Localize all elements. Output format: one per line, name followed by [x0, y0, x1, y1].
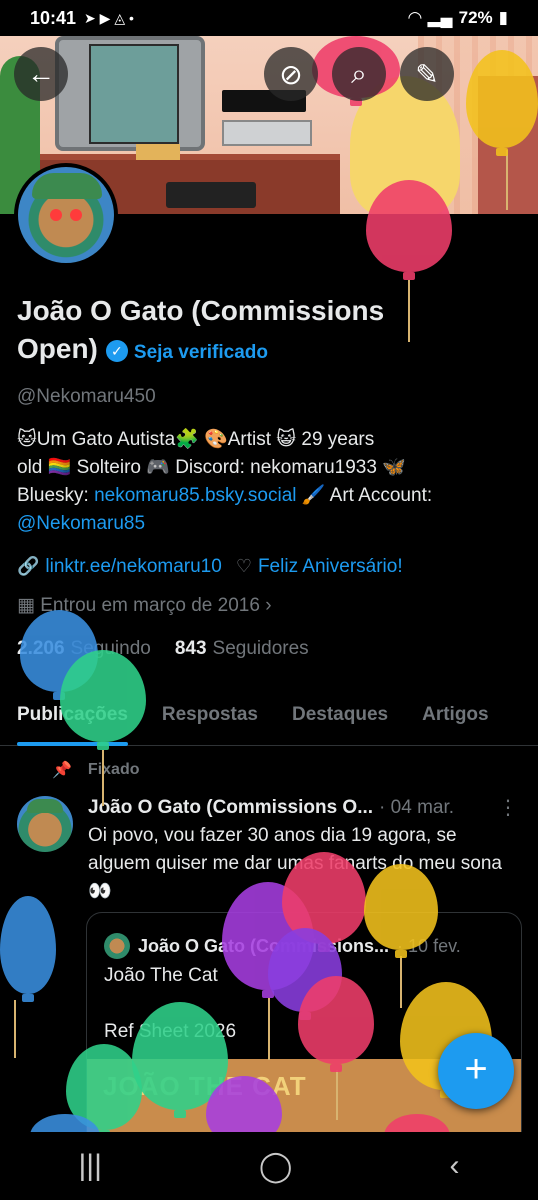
edit-icon: ✎: [415, 58, 439, 90]
search-button[interactable]: ⌕: [332, 47, 386, 101]
following-link[interactable]: 2.206 Seguindo: [17, 638, 151, 660]
post-header: João O Gato (Commissions O... · 04 mar. …: [88, 795, 518, 820]
quote-line-1: João The Cat: [104, 965, 218, 986]
more-icon[interactable]: ⋮: [498, 795, 518, 820]
profile-tabs: Publicações Respostas Destaques Artigos: [0, 696, 538, 746]
joined-text: Entrou em março de 2016: [40, 595, 260, 616]
verified-icon[interactable]: ✓: [105, 339, 128, 362]
following-label: Seguindo: [70, 638, 151, 659]
quote-image-title: JOÃO THE CAT: [103, 1071, 307, 1101]
profile-name: João O Gato (Commissions Open) ✓ Seja veri…: [17, 292, 437, 372]
signal-icon: ▂▄: [427, 8, 453, 27]
verify-link[interactable]: Seja verificado: [134, 342, 268, 363]
pinned-label: Fixado: [87, 761, 140, 778]
status-bar: 10:41 ➤ ▶ ◬ • ◠ ▂▄ 72% ▮: [0, 0, 538, 36]
bio-line-3: Bluesky: nekomaru85.bsky.social 🖌️ Art A…: [17, 482, 517, 510]
quote-header: João O Gato (Commissions... · 10 fev.: [104, 933, 504, 959]
post-date[interactable]: · 04 mar.: [379, 797, 454, 819]
post-avatar[interactable]: [17, 796, 73, 852]
recents-icon[interactable]: |||: [79, 1149, 102, 1183]
follow-stats: 2.206 Seguindo 843 Seguidores: [17, 638, 309, 660]
profile-avatar[interactable]: [14, 163, 118, 267]
followers-link[interactable]: 843 Seguidores: [175, 638, 309, 660]
bio-line-1: 🐱Um Gato Autista🧩 🎨Artist 😺 29 years: [17, 429, 375, 450]
edit-button[interactable]: ✎: [400, 47, 454, 101]
post-author[interactable]: João O Gato (Commissions O...: [88, 797, 373, 819]
tab-artigos[interactable]: Artigos: [422, 696, 489, 745]
quote-date: · 10 fev.: [397, 935, 461, 956]
followers-count: 843: [174, 638, 207, 659]
chevron-right-icon: ›: [265, 595, 272, 616]
hide-button[interactable]: ⊘: [264, 47, 318, 101]
back-icon: ←: [27, 58, 55, 89]
back-button[interactable]: ←: [14, 47, 68, 101]
quote-author: João O Gato (Commissions...: [138, 935, 390, 956]
quote-avatar: [104, 933, 130, 959]
pinned-indicator: 📌 Fixado: [52, 760, 139, 780]
profile-link[interactable]: linktr.ee/nekomaru10: [45, 556, 221, 577]
following-count: 2.206: [17, 638, 65, 659]
tab-publicacoes[interactable]: Publicações: [17, 696, 128, 746]
pin-icon: 📌: [52, 762, 72, 779]
quote-line-2: Ref Sheet 2026: [104, 1021, 237, 1042]
link-icon: 🔗: [17, 556, 40, 576]
tab-destaques[interactable]: Destaques: [292, 696, 388, 745]
followers-label: Seguidores: [212, 638, 309, 659]
tab-respostas[interactable]: Respostas: [162, 696, 258, 745]
compose-button[interactable]: +: [438, 1033, 514, 1109]
bio-bluesky-label: Bluesky:: [17, 485, 95, 506]
hide-icon: ⊘: [279, 58, 303, 90]
status-right: ◠ ▂▄ 72% ▮: [408, 8, 508, 28]
battery-icon: ▮: [498, 8, 508, 27]
bio-art-account-link[interactable]: @Nekomaru85: [17, 513, 145, 534]
balloon-icon: ♡: [235, 556, 252, 576]
quoted-post[interactable]: João O Gato (Commissions... · 10 fev. Jo…: [86, 912, 522, 1152]
status-time: 10:41: [30, 7, 77, 28]
profile-handle: @Nekomaru450: [17, 386, 156, 407]
wifi-icon: ◠: [408, 8, 422, 27]
system-navbar: ||| ◯ ‹: [0, 1132, 538, 1200]
bio-bluesky-link[interactable]: nekomaru85.bsky.social: [94, 485, 296, 506]
birthday-link[interactable]: Feliz Aniversário!: [258, 556, 403, 577]
bio-line-4: @Nekomaru85: [17, 510, 517, 538]
bio-art-label: 🖌️ Art Account:: [296, 485, 433, 506]
post-text: Oi povo, vou fazer 30 anos dia 19 agora,…: [88, 825, 502, 902]
battery-text: 72%: [458, 8, 493, 27]
search-icon: ⌕: [351, 57, 367, 89]
balloon-decoration: [0, 896, 56, 1002]
compose-icon: +: [464, 1047, 488, 1091]
home-icon[interactable]: ◯: [259, 1149, 293, 1184]
profile-meta: 🔗 linktr.ee/nekomaru10 ♡ Feliz Aniversário…: [17, 556, 403, 578]
profile-bio: 🐱Um Gato Autista🧩 🎨Artist 😺 29 years old…: [17, 426, 517, 538]
status-notification-icons: ➤ ▶ ◬ •: [84, 9, 134, 26]
calendar-icon: ▦: [17, 595, 35, 616]
joined-date[interactable]: ▦ Entrou em março de 2016 ›: [17, 594, 272, 617]
back-nav-icon[interactable]: ‹: [449, 1149, 459, 1183]
bio-line-2: old 🏳️‍🌈 Solteiro 🎮 Discord: nekomaru193…: [17, 457, 406, 478]
